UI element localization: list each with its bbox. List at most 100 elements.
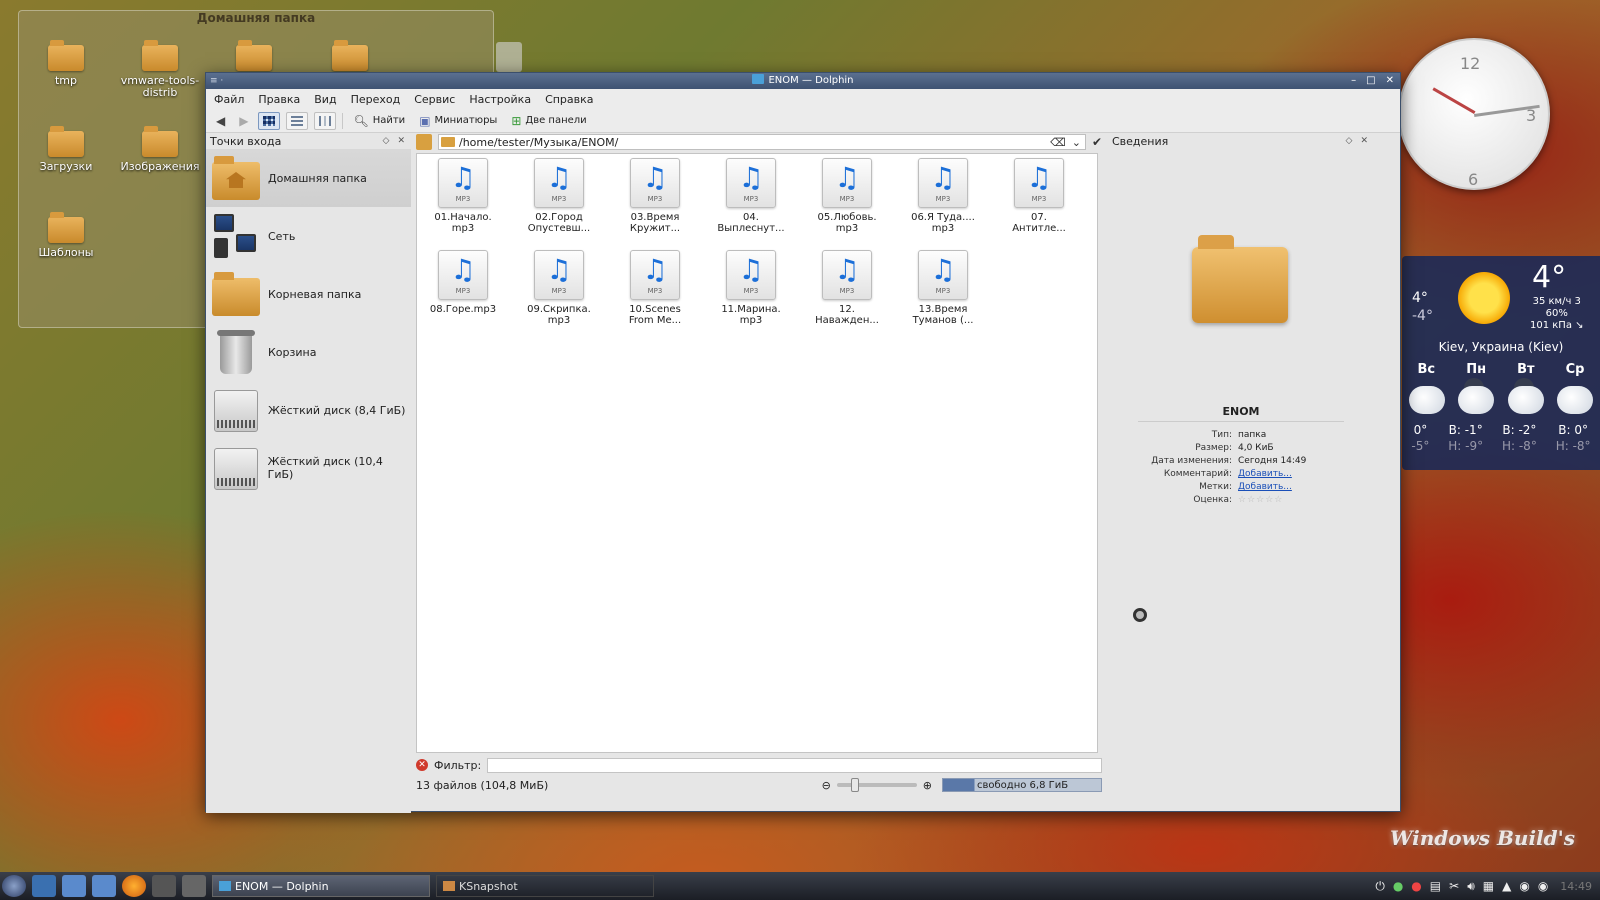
place-network[interactable]: Сеть [206, 207, 411, 265]
file-name-cont: Кружит... [629, 223, 681, 234]
file-item[interactable]: ♫ MP3 08.Горе.mp3 [417, 250, 509, 315]
file-item[interactable]: ♫ MP3 03.Время Кружит... [609, 158, 701, 234]
place-trash[interactable]: Корзина [206, 323, 411, 381]
clipboard-icon[interactable]: ▦ [1483, 879, 1494, 893]
file-view[interactable]: ♫ MP3 01.Начало. mp3 ♫ MP3 02.Город Опустевш..… [416, 153, 1147, 753]
task-dolphin[interactable]: ENOM — Dolphin [212, 875, 430, 897]
float-icon[interactable]: ◇ [1346, 136, 1353, 146]
file-item[interactable]: ♫ MP3 06.Я Туда.... mp3 [897, 158, 989, 234]
menu-settings[interactable]: Настройка [469, 93, 531, 106]
menu-go[interactable]: Переход [351, 93, 401, 106]
place-home[interactable]: Домашняя папка [206, 149, 411, 207]
checkmark-icon[interactable]: ✔ [1092, 135, 1102, 149]
close-panel-icon[interactable]: ✕ [397, 136, 405, 146]
file-item[interactable]: ♫ MP3 12. Наважден... [801, 250, 893, 326]
zoom-slider[interactable] [836, 778, 917, 792]
kickoff-menu-icon[interactable] [2, 875, 26, 897]
maximize-icon[interactable]: □ [1366, 73, 1375, 89]
window-menu-icon[interactable]: ≡ · [210, 73, 223, 89]
place-hdd-1[interactable]: Жёсткий диск (8,4 ГиБ) [206, 381, 411, 439]
columns-view-button[interactable] [314, 111, 337, 130]
icons-view-button[interactable] [258, 111, 281, 130]
taskbar-clock[interactable]: 14:49 [1560, 880, 1592, 893]
location-field[interactable]: /home/tester/Музыка/ENOM/ ⌫ ⌄ [438, 134, 1086, 150]
place-hdd-2[interactable]: Жёсткий диск (10,4 ГиБ) [206, 439, 411, 497]
filter-input[interactable] [487, 757, 1102, 773]
search-button[interactable]: 🔍︎ Найти [349, 111, 409, 131]
file-item[interactable]: ♫ MP3 04. Выплеснут... [705, 158, 797, 234]
add-tags-link[interactable]: Добавить... [1238, 481, 1292, 494]
file-item[interactable]: ♫ MP3 13.Время Туманов (... [897, 250, 989, 326]
camera-tray-icon[interactable]: ◉ [1519, 879, 1529, 893]
clear-text-icon[interactable]: ⌫ [1050, 136, 1066, 149]
desktop-icon-downloads[interactable]: Загрузки [21, 126, 111, 173]
pager-icon[interactable] [152, 875, 176, 897]
toolbar-separator [342, 112, 344, 129]
details-view-button[interactable] [286, 111, 309, 130]
back-button[interactable]: ◀ [212, 111, 229, 131]
volume-icon[interactable]: 🔊︎ [1467, 879, 1475, 894]
scissors-icon[interactable]: ✂ [1449, 879, 1459, 893]
notification-tray-icon[interactable]: ● [1411, 879, 1421, 893]
title-bar[interactable]: ≡ · ENOM — Dolphin – □ ✕ [206, 73, 1400, 89]
chevron-down-icon[interactable]: ⌄ [1072, 136, 1081, 149]
settings-icon[interactable] [92, 875, 116, 897]
clock-numeral: 6 [1468, 170, 1479, 189]
file-item[interactable]: ♫ MP3 09.Скрипка. mp3 [513, 250, 605, 326]
menu-file[interactable]: Файл [214, 93, 244, 106]
mp3-file-icon: ♫ MP3 [822, 158, 872, 208]
file-item[interactable]: ♫ MP3 01.Начало. mp3 [417, 158, 509, 234]
file-item[interactable]: ♫ MP3 10.Scenes From Me... [609, 250, 701, 326]
close-filter-icon[interactable]: ✕ [416, 759, 428, 771]
file-item[interactable]: ♫ MP3 07. Антитле... [993, 158, 1085, 234]
desktop-icon-label: tmp [54, 74, 77, 87]
desktop-icon-pictures[interactable]: Изображения [115, 126, 205, 173]
home-icon[interactable] [416, 134, 432, 150]
forecast-high: В: -2° [1502, 423, 1537, 437]
update-tray-icon[interactable]: ● [1393, 879, 1403, 893]
zoom-slider-handle[interactable] [850, 778, 859, 792]
desktop-icon-templates[interactable]: Шаблоны [21, 212, 111, 259]
forecast-day: Вт [1517, 362, 1535, 377]
close-panel-icon[interactable]: ✕ [1360, 136, 1368, 146]
tools-icon[interactable] [62, 875, 86, 897]
place-root[interactable]: Корневая папка [206, 265, 411, 323]
pager-icon[interactable] [182, 875, 206, 897]
float-icon[interactable]: ◇ [383, 136, 390, 146]
file-item[interactable]: ♫ MP3 02.Город Опустевш... [513, 158, 605, 234]
widget-toolbox-handle[interactable] [496, 42, 522, 72]
minimize-icon[interactable]: – [1351, 73, 1356, 89]
forward-button[interactable]: ▶ [235, 111, 252, 131]
desktop-icon-tmp[interactable]: tmp [21, 40, 111, 87]
menu-edit[interactable]: Правка [258, 93, 300, 106]
desktop-icon-vmware[interactable]: vmware-tools-distrib [115, 40, 205, 99]
tray-expand-icon[interactable]: ▲ [1502, 879, 1511, 893]
network-tray-icon[interactable]: ⏻ [1375, 879, 1385, 894]
camera-icon [443, 881, 455, 891]
task-ksnapshot[interactable]: KSnapshot [436, 875, 654, 897]
zoom-in-icon[interactable]: ⊕ [923, 779, 932, 792]
keyboard-layout-icon[interactable]: ▤ [1430, 879, 1441, 893]
rating-stars[interactable]: ☆☆☆☆☆ [1238, 494, 1283, 507]
desktop-icon-folder[interactable] [209, 40, 299, 75]
mp3-file-icon: ♫ MP3 [630, 250, 680, 300]
menu-view[interactable]: Вид [314, 93, 336, 106]
zoom-out-icon[interactable]: ⊖ [822, 779, 831, 792]
record-tray-icon[interactable]: ◉ [1538, 879, 1548, 893]
place-label: Жёсткий диск (10,4 ГиБ) [267, 455, 383, 481]
window-title: ENOM — Dolphin [768, 75, 854, 86]
file-item[interactable]: ♫ MP3 11.Марина. mp3 [705, 250, 797, 326]
prop-modified: Дата изменения: Сегодня 14:49 [1108, 455, 1374, 468]
clock-numeral: 12 [1460, 54, 1481, 73]
menu-help[interactable]: Справка [545, 93, 593, 106]
desktop-icon-document-folder[interactable] [305, 40, 395, 75]
close-icon[interactable]: ✕ [1386, 73, 1394, 89]
desktop-icon[interactable] [32, 875, 56, 897]
add-comment-link[interactable]: Добавить... [1238, 468, 1292, 481]
split-view-button[interactable]: ⊞ Две панели [507, 111, 590, 131]
menu-tools[interactable]: Сервис [414, 93, 455, 106]
file-item[interactable]: ♫ MP3 05.Любовь. mp3 [801, 158, 893, 234]
browser-icon[interactable] [122, 875, 146, 897]
preview-button[interactable]: ▣ Миниатюры [415, 111, 501, 131]
forecast-day: Вс [1417, 362, 1436, 377]
